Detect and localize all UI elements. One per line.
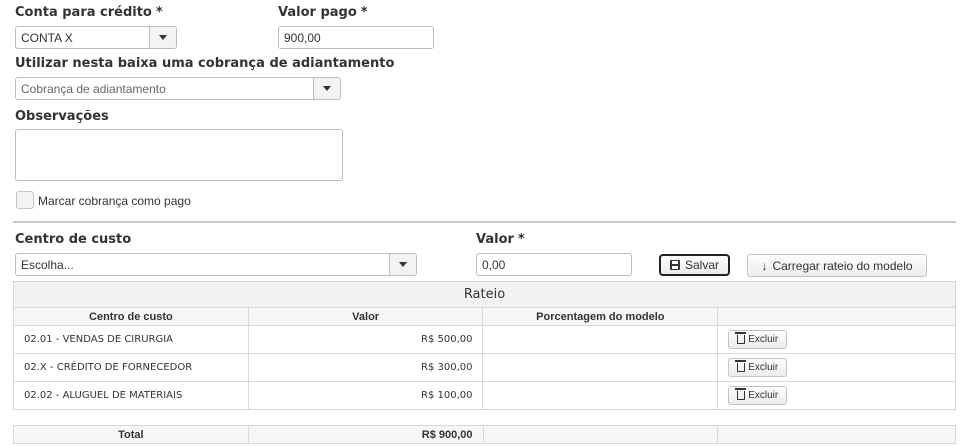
valor-pago-label-text: Valor pago <box>278 5 357 20</box>
cell-actions: Excluir <box>717 381 956 410</box>
table-row: 02.01 - VENDAS DE CIRURGIA R$ 500,00 Exc… <box>13 325 956 354</box>
total-empty-porcentagem <box>482 425 719 444</box>
conta-credito-label: Conta para crédito * <box>15 5 163 20</box>
table-row: 02.02 - ALUGUEL DE MATERIAIS R$ 100,00 E… <box>13 381 956 410</box>
rateio-caption-row: Rateio <box>13 281 956 308</box>
chevron-down-icon[interactable] <box>149 27 176 48</box>
cell-centro: 02.X - CRÉDITO DE FORNECEDOR <box>13 353 249 382</box>
cell-centro: 02.01 - VENDAS DE CIRURGIA <box>13 325 249 354</box>
observacoes-textarea[interactable] <box>15 129 343 181</box>
required-marker: * <box>155 5 163 20</box>
required-marker: * <box>360 5 368 20</box>
cobranca-adiantamento-select[interactable]: Cobrança de adiantamento <box>15 77 341 100</box>
trash-icon <box>735 360 747 372</box>
centro-custo-placeholder: Escolha... <box>21 257 74 272</box>
cell-centro: 02.02 - ALUGUEL DE MATERIAIS <box>13 381 249 410</box>
table-header-row: Centro de custo Valor Porcentagem do mod… <box>13 307 956 326</box>
cell-actions: Excluir <box>717 353 956 382</box>
cobranca-adiantamento-label: Utilizar nesta baixa uma cobrança de adi… <box>15 56 395 71</box>
column-header-actions <box>717 307 956 326</box>
marcar-pago-label[interactable]: Marcar cobrança como pago <box>38 194 191 208</box>
excluir-button[interactable]: Excluir <box>728 358 788 377</box>
cobranca-placeholder: Cobrança de adiantamento <box>21 81 166 96</box>
valor-label: Valor * <box>476 232 525 247</box>
valor-pago-value: 900,00 <box>284 30 321 45</box>
column-header-porcentagem[interactable]: Porcentagem do modelo <box>482 307 719 326</box>
salvar-button-label: Salvar <box>684 258 719 272</box>
valor-value: 0,00 <box>482 257 506 272</box>
cell-valor: R$ 300,00 <box>247 353 484 382</box>
floppy-disk-icon <box>669 260 680 270</box>
salvar-button[interactable]: Salvar <box>659 254 730 276</box>
trash-icon <box>735 388 747 400</box>
chevron-down-icon[interactable] <box>389 254 416 275</box>
excluir-label: Excluir <box>748 390 779 401</box>
marcar-pago-checkbox[interactable] <box>16 191 34 209</box>
carregar-rateio-button[interactable]: ↓ Carregar rateio do modelo <box>747 254 927 277</box>
arrow-down-icon: ↓ <box>761 258 768 273</box>
cell-porcentagem <box>482 325 719 354</box>
observacoes-label: Observações <box>15 109 109 124</box>
conta-credito-select[interactable]: CONTA X <box>15 26 177 49</box>
total-label: Total <box>13 425 249 444</box>
column-header-valor[interactable]: Valor <box>247 307 484 326</box>
table-row: 02.X - CRÉDITO DE FORNECEDOR R$ 300,00 E… <box>13 353 956 382</box>
total-empty-actions <box>717 425 956 444</box>
excluir-label: Excluir <box>748 362 779 373</box>
total-row: Total R$ 900,00 <box>13 425 956 444</box>
cell-porcentagem <box>482 353 719 382</box>
rateio-caption: Rateio <box>13 281 956 308</box>
column-header-centro[interactable]: Centro de custo <box>13 307 249 326</box>
required-marker: * <box>517 232 525 247</box>
trash-icon <box>735 332 747 344</box>
total-table: Total R$ 900,00 <box>13 425 956 444</box>
carregar-rateio-label: Carregar rateio do modelo <box>772 258 913 273</box>
valor-label-text: Valor <box>476 232 514 247</box>
excluir-label: Excluir <box>748 334 779 345</box>
centro-custo-label: Centro de custo <box>15 232 132 247</box>
chevron-down-icon[interactable] <box>313 78 340 99</box>
cell-valor: R$ 100,00 <box>247 381 484 410</box>
excluir-button[interactable]: Excluir <box>728 330 788 349</box>
cell-actions: Excluir <box>717 325 956 354</box>
excluir-button[interactable]: Excluir <box>728 386 788 405</box>
conta-credito-value: CONTA X <box>21 30 73 45</box>
section-divider <box>13 221 956 223</box>
cell-porcentagem <box>482 381 719 410</box>
conta-credito-label-text: Conta para crédito <box>15 5 152 20</box>
total-valor: R$ 900,00 <box>247 425 484 444</box>
centro-custo-select[interactable]: Escolha... <box>15 253 417 276</box>
valor-input[interactable]: 0,00 <box>476 253 632 276</box>
valor-pago-label: Valor pago * <box>278 5 368 20</box>
cell-valor: R$ 500,00 <box>247 325 484 354</box>
valor-pago-input[interactable]: 900,00 <box>278 26 434 49</box>
rateio-table: Rateio Centro de custo Valor Porcentagem… <box>13 281 956 410</box>
